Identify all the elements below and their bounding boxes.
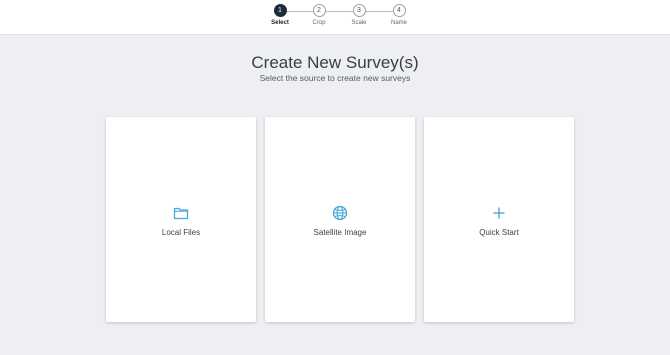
step-number: 1 — [273, 4, 287, 17]
step-label: Name — [390, 20, 407, 26]
wizard-stepper: 1 Select 2 Crop 3 Scale 4 Name — [0, 0, 670, 35]
step-number: 4 — [392, 4, 406, 17]
page-subtitle: Select the source to create new surveys — [259, 73, 411, 83]
quick-start-card[interactable]: Quick Start — [424, 117, 574, 322]
step-number: 3 — [352, 4, 366, 17]
step-scale[interactable]: 3 Scale — [339, 4, 379, 26]
step-label: Scale — [351, 20, 367, 26]
folder-icon — [106, 206, 256, 220]
card-label: Satellite Image — [313, 228, 367, 237]
page-title: Create New Survey(s) — [251, 53, 419, 72]
satellite-image-card[interactable]: Satellite Image — [265, 117, 415, 322]
globe-icon — [265, 205, 415, 221]
step-label: Crop — [312, 20, 326, 26]
card-label: Local Files — [161, 228, 201, 237]
local-files-card[interactable]: Local Files — [106, 117, 256, 322]
step-crop[interactable]: 2 Crop — [299, 4, 339, 26]
step-name[interactable]: 4 Name — [379, 4, 419, 26]
step-number: 2 — [312, 4, 326, 17]
step-select[interactable]: 1 Select — [260, 4, 300, 26]
step-label: Select — [271, 20, 289, 26]
plus-icon — [424, 206, 574, 220]
card-label: Quick Start — [479, 228, 519, 237]
